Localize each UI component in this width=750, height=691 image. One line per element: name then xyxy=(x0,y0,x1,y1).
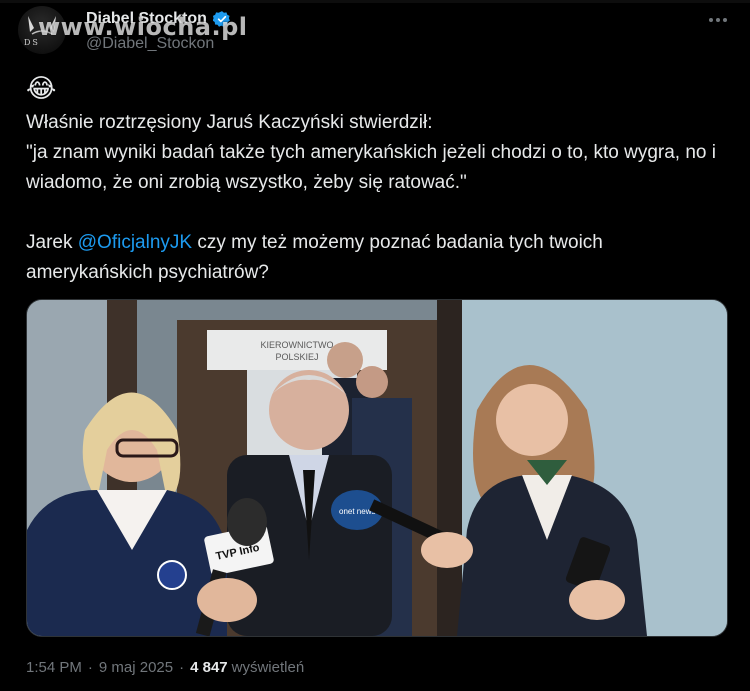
reply-prefix: Jarek xyxy=(26,232,78,253)
post-text-line: "ja znam wyniki badań także tych ameryka… xyxy=(26,142,722,193)
laughing-emoji: 😂 xyxy=(26,74,57,104)
post-header: DS Diabel Stockton @Diabel_Stockon www.w… xyxy=(0,0,750,64)
post-date[interactable]: 9 maj 2025 xyxy=(99,659,173,676)
sign-text: POLSKIEJ xyxy=(275,352,318,362)
post-time[interactable]: 1:54 PM xyxy=(26,659,82,676)
mention-link[interactable]: @OficjalnyJK xyxy=(78,232,192,253)
post-meta: 1:54 PM · 9 maj 2025 · 4 847 wyświetleń xyxy=(26,659,304,676)
meta-separator: · xyxy=(87,659,93,676)
more-dot-icon xyxy=(723,18,727,22)
more-dot-icon xyxy=(716,18,720,22)
meta-separator: · xyxy=(179,659,185,676)
more-options-button[interactable] xyxy=(704,6,732,34)
post-text-line: Właśnie roztrzęsiony Jaruś Kaczyński stw… xyxy=(26,112,433,133)
sign-text: KIEROWNICTWO xyxy=(261,340,334,350)
post-photo[interactable]: KIEROWNICTWO POLSKIEJ TVP Info onet news xyxy=(26,299,728,637)
post-text: Właśnie roztrzęsiony Jaruś Kaczyński stw… xyxy=(26,108,726,288)
site-watermark: www.wiocha.pl xyxy=(38,13,248,41)
views-count: 4 847 xyxy=(190,659,228,676)
post-reply-line: Jarek @OficjalnyJK czy my też możemy poz… xyxy=(26,228,726,288)
views-label: wyświetleń xyxy=(231,659,305,676)
more-dot-icon xyxy=(709,18,713,22)
mic-flag-text: onet news xyxy=(339,507,375,516)
press-scene-image: KIEROWNICTWO POLSKIEJ TVP Info onet news xyxy=(27,300,727,636)
